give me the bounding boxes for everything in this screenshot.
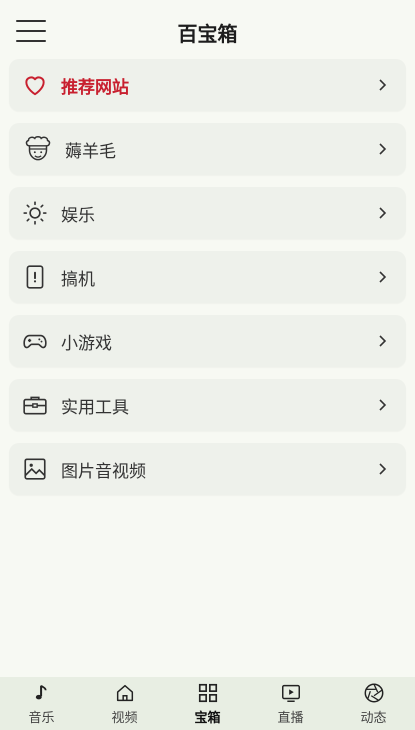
list-item-phone-hacking[interactable]: 搞机: [9, 251, 406, 303]
aperture-icon: [364, 683, 383, 702]
bottom-tab-bar: 音乐 视频 宝箱 直播 动态: [0, 677, 415, 730]
sun-icon: [21, 199, 49, 227]
list-item-label: 实用工具: [61, 397, 129, 418]
list-item-media[interactable]: 图片音视频: [9, 443, 406, 495]
chevron-right-icon: [379, 335, 387, 347]
list-item-label: 搞机: [61, 269, 95, 290]
chevron-right-icon: [379, 143, 387, 155]
list-item-utilities[interactable]: 实用工具: [9, 379, 406, 431]
tab-moments[interactable]: 动态: [344, 682, 404, 726]
grid-icon: [198, 683, 217, 702]
tab-video[interactable]: 视频: [95, 682, 155, 726]
menu-icon[interactable]: [16, 20, 46, 42]
tab-label: 动态: [360, 710, 387, 726]
chef-face-icon: [21, 132, 55, 166]
list-item-label: 图片音视频: [61, 461, 146, 482]
chevron-right-icon: [379, 79, 387, 91]
list-item-label: 推荐网站: [61, 77, 129, 98]
list-item-label: 薅羊毛: [65, 141, 116, 162]
tab-live[interactable]: 直播: [261, 682, 321, 726]
tab-toolbox[interactable]: 宝箱: [178, 682, 238, 726]
heart-icon: [21, 71, 49, 99]
chevron-right-icon: [379, 399, 387, 411]
list-item-label: 小游戏: [61, 333, 112, 354]
chevron-right-icon: [379, 271, 387, 283]
home-icon: [116, 684, 133, 701]
play-screen-icon: [281, 684, 300, 702]
phone-icon: [21, 263, 49, 291]
list-item-mini-games[interactable]: 小游戏: [9, 315, 406, 367]
music-note-icon: [35, 684, 47, 699]
list-item-label: 娱乐: [61, 205, 95, 226]
chevron-right-icon: [379, 463, 387, 475]
list-item-recommended-sites[interactable]: 推荐网站: [9, 59, 406, 111]
page-title: 百宝箱: [177, 21, 238, 46]
tab-label: 音乐: [28, 710, 55, 726]
chevron-right-icon: [379, 207, 387, 219]
list-item-freebies[interactable]: 薅羊毛: [9, 123, 406, 175]
tab-label: 宝箱: [194, 710, 221, 726]
gamepad-icon: [21, 327, 49, 355]
tab-label: 视频: [111, 710, 138, 726]
top-bar: 百宝箱: [0, 0, 415, 60]
list-item-entertainment[interactable]: 娱乐: [9, 187, 406, 239]
image-icon: [21, 455, 49, 483]
tab-music[interactable]: 音乐: [12, 682, 72, 726]
toolbox-list: 推荐网站 薅羊毛 娱乐 搞机 小游戏 实用工具 图片音视频: [9, 59, 406, 507]
tab-label: 直播: [277, 710, 304, 726]
toolbox-icon: [21, 391, 49, 419]
